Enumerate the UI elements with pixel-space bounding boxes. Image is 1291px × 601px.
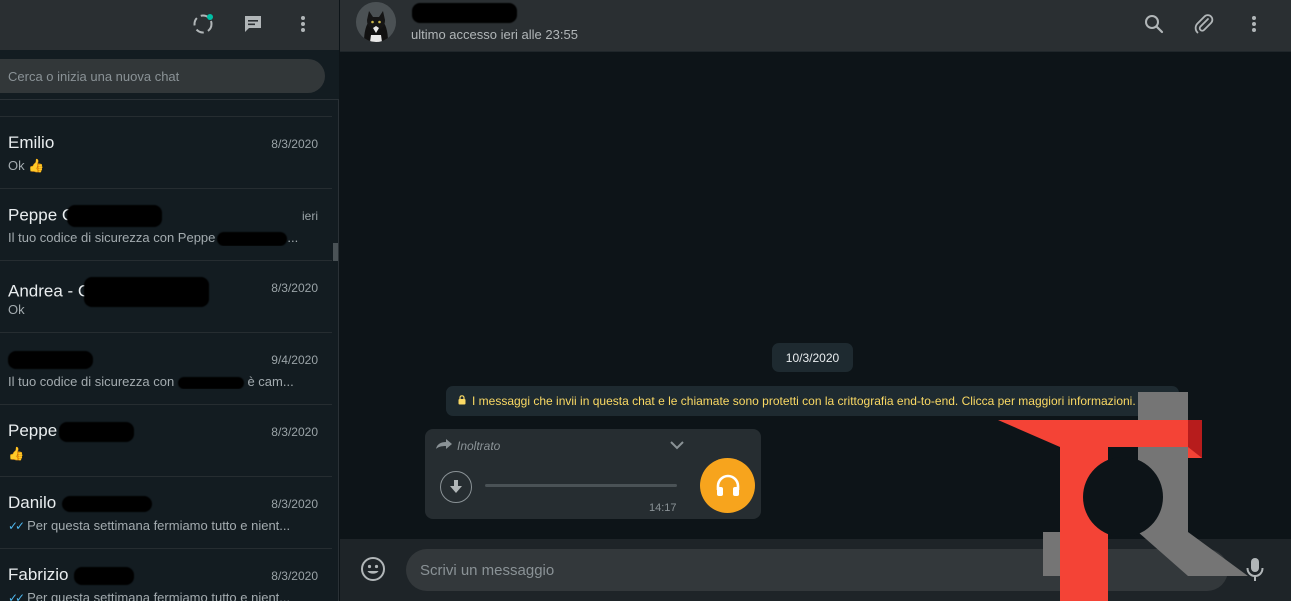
chat-name: Emilio xyxy=(8,133,55,152)
contact-avatar[interactable] xyxy=(356,2,396,42)
redaction xyxy=(177,376,244,389)
chat-date: 8/3/2020 xyxy=(271,137,318,151)
chat-list-item[interactable]: Peppe G ieri Il tuo codice di sicurezza … xyxy=(0,188,332,260)
chat-name: Peppe G xyxy=(8,205,163,227)
chat-list-item[interactable]: Andrea - C 8/3/2020 Ok xyxy=(0,260,332,332)
new-chat-icon[interactable] xyxy=(241,12,265,36)
chat-list-panel: Emilio 8/3/2020 Ok 👍 Peppe G ieri Il tuo… xyxy=(0,0,339,601)
forwarded-label: Inoltrato xyxy=(435,438,500,453)
chat-name-text: Andrea - C xyxy=(8,281,91,301)
search-bar xyxy=(0,50,339,100)
contact-name-redaction xyxy=(412,3,517,23)
chat-preview-text: Per questa settimana fermiamo tutto e ni… xyxy=(27,590,291,601)
redaction xyxy=(62,495,153,512)
chat-list-item[interactable]: Emilio 8/3/2020 Ok 👍 xyxy=(0,116,332,188)
menu-icon[interactable] xyxy=(1242,12,1266,36)
redaction xyxy=(67,205,163,227)
chat-name: Peppe xyxy=(8,421,135,442)
forward-icon xyxy=(435,438,453,453)
redaction xyxy=(59,421,135,442)
chat-preview: Il tuo codice di sicurezza con Peppe... xyxy=(8,230,318,246)
chat-list: Emilio 8/3/2020 Ok 👍 Peppe G ieri Il tuo… xyxy=(0,116,332,601)
forwarded-text: Inoltrato xyxy=(457,438,501,453)
search-input[interactable] xyxy=(0,59,325,93)
chat-preview: Ok xyxy=(8,302,25,317)
redaction xyxy=(74,566,135,585)
chat-preview: Ok 👍 xyxy=(8,158,45,173)
chat-date: 8/3/2020 xyxy=(271,425,318,439)
chat-date: 8/3/2020 xyxy=(271,281,318,295)
chat-date: 9/4/2020 xyxy=(271,353,318,367)
search-icon[interactable] xyxy=(1142,12,1166,36)
read-ticks-icon: ✓✓ xyxy=(8,591,25,601)
chat-date: 8/3/2020 xyxy=(271,497,318,511)
chat-preview-text: Per questa settimana fermiamo tutto e ni… xyxy=(27,518,291,533)
redaction xyxy=(217,231,288,246)
last-seen-status: ultimo accesso ieri alle 23:55 xyxy=(411,27,578,42)
status-icon[interactable] xyxy=(191,12,215,36)
chat-list-item[interactable]: Peppe 8/3/2020 👍 xyxy=(0,404,332,476)
chat-preview-text: Il tuo codice di sicurezza con Peppe xyxy=(8,230,216,245)
lock-icon xyxy=(458,394,466,408)
scrollbar-thumb[interactable] xyxy=(333,243,338,261)
microphone-icon[interactable] xyxy=(1245,557,1269,583)
chat-name: Danilo xyxy=(8,493,153,513)
read-ticks-icon: ✓✓ xyxy=(8,519,25,533)
chat-name xyxy=(8,349,93,369)
chat-list-item[interactable]: Fabrizio 8/3/2020 ✓✓ Per questa settimana… xyxy=(0,548,332,601)
chat-preview: 👍 xyxy=(8,446,25,461)
chat-preview: ✓✓ Per questa settimana fermiamo tutto e … xyxy=(8,518,318,533)
attach-icon[interactable] xyxy=(1192,12,1216,36)
audio-duration: 14:17 xyxy=(649,502,677,514)
watermark-logo xyxy=(998,392,1248,601)
redaction xyxy=(8,350,93,369)
download-icon xyxy=(450,480,462,493)
chat-name-text: Peppe xyxy=(8,421,58,440)
audio-progress-track[interactable] xyxy=(485,484,677,487)
download-button[interactable] xyxy=(440,471,472,503)
chat-date: ieri xyxy=(301,209,318,223)
date-divider: 10/3/2020 xyxy=(772,343,853,372)
headphones-icon xyxy=(716,474,739,496)
chevron-down-icon[interactable] xyxy=(669,437,685,455)
chat-preview: Il tuo codice di sicurezza con è cam... xyxy=(8,374,318,389)
chat-preview-text-end: è cam... xyxy=(247,374,294,389)
chat-list-item[interactable]: Danilo 8/3/2020 ✓✓ Per questa settimana f… xyxy=(0,476,332,548)
chat-preview: ✓✓ Per questa settimana fermiamo tutto e … xyxy=(8,590,318,601)
chat-preview-text: Il tuo codice di sicurezza con xyxy=(8,374,175,389)
voice-message-bubble: Inoltrato 14:17 xyxy=(425,429,761,519)
chat-name-text: Peppe G xyxy=(8,205,76,225)
chat-name: Fabrizio xyxy=(8,565,135,585)
menu-icon[interactable] xyxy=(291,12,315,36)
chat-name-text: Danilo xyxy=(8,493,57,512)
search-box xyxy=(0,59,325,93)
sidebar-header xyxy=(0,0,339,50)
chat-date: 8/3/2020 xyxy=(271,569,318,583)
chat-name-text: Fabrizio xyxy=(8,565,69,584)
audio-avatar xyxy=(700,458,755,513)
emoji-icon[interactable] xyxy=(360,556,386,582)
conversation-header[interactable]: ultimo accesso ieri alle 23:55 xyxy=(340,0,1291,52)
chat-list-item[interactable]: 9/4/2020 Il tuo codice di sicurezza con … xyxy=(0,332,332,404)
ellipsis: ... xyxy=(287,230,299,245)
